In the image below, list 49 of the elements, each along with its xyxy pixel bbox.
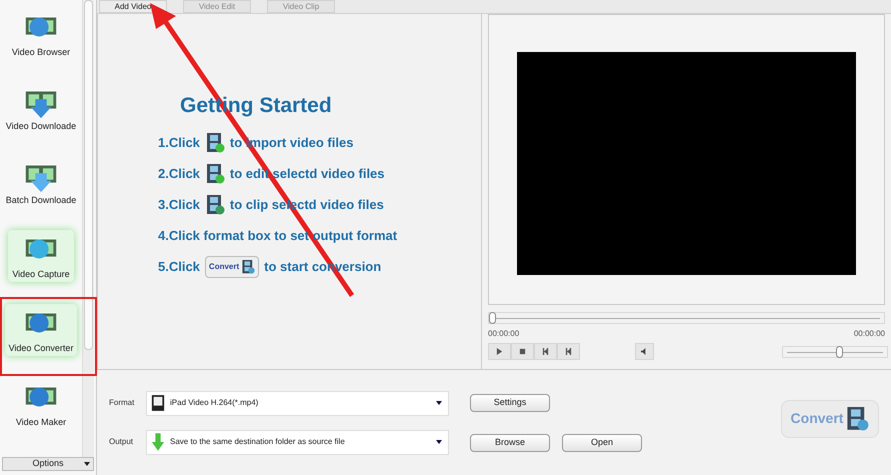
slider-thumb[interactable] bbox=[489, 312, 496, 324]
speaker-icon bbox=[641, 348, 648, 355]
sidebar-item[interactable]: Video Converter bbox=[4, 304, 78, 356]
field-label: Format bbox=[109, 397, 136, 409]
sidebar-item[interactable]: Video Downloade bbox=[2, 82, 80, 134]
convert-hint-button[interactable]: Convert bbox=[204, 256, 260, 278]
step-text: 4.Click format box to set output format bbox=[158, 227, 398, 246]
sidebar-item[interactable]: Video Browser bbox=[8, 8, 74, 60]
step-text: 3.Click bbox=[158, 196, 200, 214]
step-text: 2.Click bbox=[158, 165, 200, 184]
slider-track[interactable] bbox=[488, 312, 885, 324]
button[interactable]: Settings bbox=[470, 394, 550, 412]
dropdown-value: Save to the same destination folder as source file bbox=[170, 436, 346, 448]
film-icon bbox=[241, 259, 256, 275]
film-icon bbox=[204, 194, 225, 216]
sidebar-item[interactable]: Video Maker bbox=[12, 378, 70, 430]
toolbar-button[interactable]: Add Video bbox=[99, 0, 167, 13]
previous-button[interactable] bbox=[534, 343, 557, 360]
step-text: 5.Click bbox=[158, 258, 200, 276]
next-button[interactable] bbox=[557, 343, 580, 360]
device-icon bbox=[151, 393, 165, 413]
total-time: 00:00:00 bbox=[854, 328, 885, 340]
dropdown[interactable]: iPad Video H.264(*.mp4) bbox=[146, 390, 449, 416]
slider-track[interactable] bbox=[782, 346, 888, 358]
play-icon bbox=[496, 348, 503, 355]
current-time: 00:00:00 bbox=[488, 328, 520, 340]
skip-back-icon bbox=[542, 348, 549, 355]
sidebar-item[interactable]: Video Capture bbox=[8, 230, 74, 282]
field-label: Output bbox=[109, 436, 134, 448]
caret-icon bbox=[436, 440, 442, 444]
skip-forward-icon bbox=[565, 348, 572, 355]
options-button[interactable]: Options bbox=[2, 457, 94, 471]
caret-icon bbox=[436, 401, 442, 405]
stop-button[interactable] bbox=[511, 343, 534, 360]
film-icon bbox=[204, 163, 225, 185]
caret-icon bbox=[84, 462, 90, 466]
play-button[interactable] bbox=[488, 343, 511, 360]
button[interactable]: Open bbox=[562, 434, 642, 452]
step-text: 1.Click bbox=[158, 134, 200, 152]
slider-thumb[interactable] bbox=[836, 346, 844, 358]
dropdown-value: iPad Video H.264(*.mp4) bbox=[170, 397, 260, 409]
dropdown[interactable]: Save to the same destination folder as source file bbox=[146, 430, 449, 454]
mute-button[interactable] bbox=[635, 343, 654, 360]
download-arrow-icon bbox=[151, 432, 165, 452]
sidebar-item[interactable]: Batch Downloade bbox=[2, 156, 80, 208]
button[interactable]: Browse bbox=[470, 434, 550, 452]
stop-icon bbox=[519, 348, 526, 355]
film-icon bbox=[204, 132, 225, 154]
scrollbar[interactable] bbox=[82, 0, 94, 457]
